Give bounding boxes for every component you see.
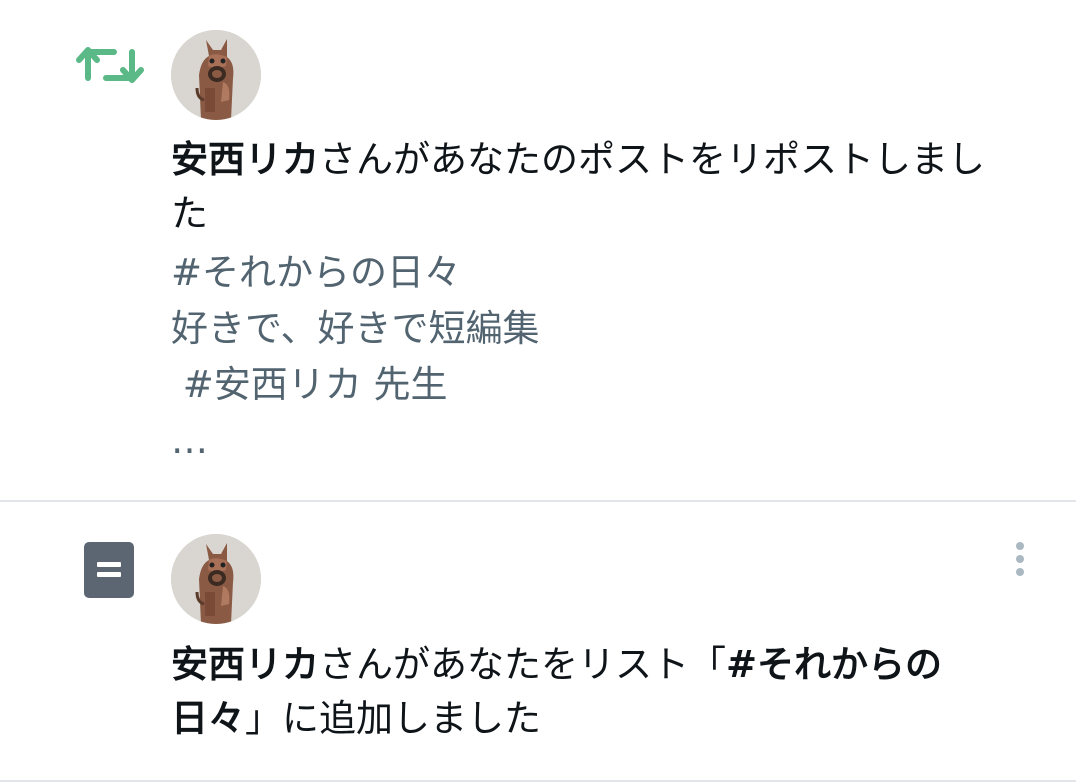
actor-name[interactable]: 安西リカ: [171, 138, 319, 181]
post-preview-line: 好きで、好きで短編集: [171, 307, 540, 350]
action-text: さんがあなたをリスト「: [319, 643, 726, 686]
divider: [0, 780, 1076, 782]
retweet-icon: [76, 40, 144, 90]
notification-list-add[interactable]: 安西リカさんがあなたをリスト「#それからの日々」に追加しました: [0, 502, 1076, 780]
post-preview-line: #それからの日々: [171, 251, 462, 294]
post-preview-line: #安西リカ 先生: [171, 363, 448, 406]
avatar[interactable]: [171, 30, 261, 120]
notification-message: 安西リカさんがあなたのポストをリポストしました: [171, 133, 1021, 241]
post-preview-ellipsis: …: [171, 419, 208, 462]
notification-repost[interactable]: 安西リカさんがあなたのポストをリポストしました #それからの日々 好きで、好きで…: [0, 0, 1076, 500]
post-preview[interactable]: #それからの日々 好きで、好きで短編集 #安西リカ 先生 …: [171, 245, 1021, 469]
more-options-button[interactable]: [1005, 538, 1035, 580]
avatar[interactable]: [171, 534, 261, 624]
list-icon: [84, 542, 134, 598]
action-text: 」に追加しました: [245, 697, 541, 740]
actor-name[interactable]: 安西リカ: [171, 643, 319, 686]
notification-message: 安西リカさんがあなたをリスト「#それからの日々」に追加しました: [171, 638, 1021, 746]
